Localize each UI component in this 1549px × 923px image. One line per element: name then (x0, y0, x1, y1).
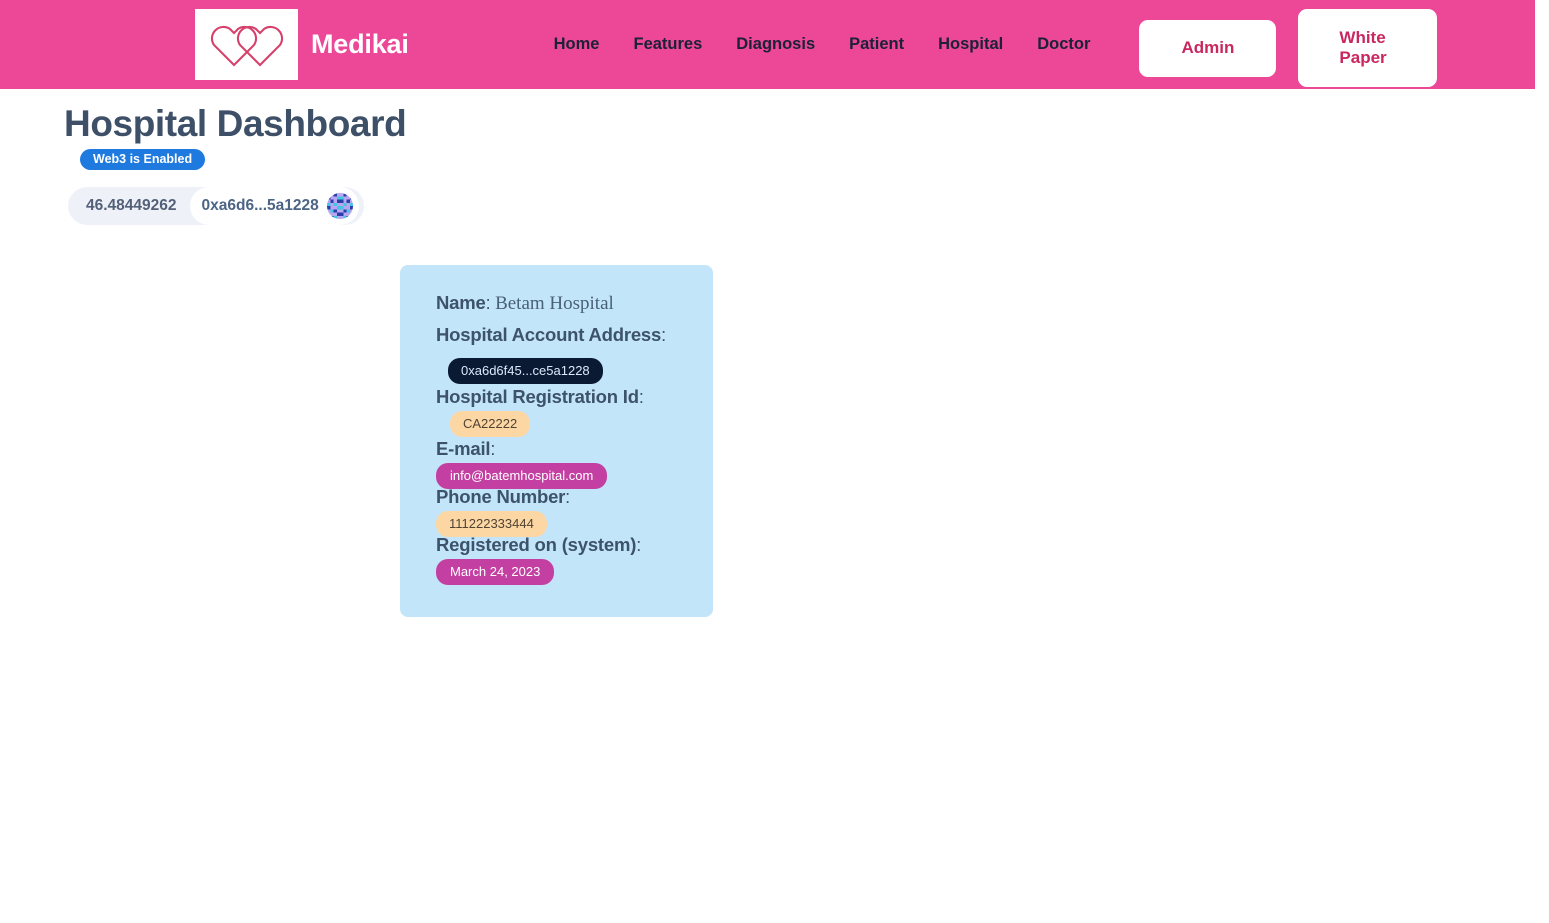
field-registration-id-colon: : (638, 387, 644, 407)
field-registration-id-value-row: CA22222 (450, 411, 531, 437)
nav-link-home[interactable]: Home (537, 35, 617, 54)
nav-action-buttons: Admin White Paper (1139, 3, 1438, 87)
main-nav-links: Home Features Diagnosis Patient Hospital… (537, 35, 1108, 54)
top-navigation-bar: Medikai Home Features Diagnosis Patient … (0, 0, 1535, 89)
nav-link-features[interactable]: Features (616, 35, 719, 54)
field-account-address-label: Hospital Account Address (436, 324, 662, 345)
field-account-address-value-row: 0xa6d6f45...ce5a1228 (448, 358, 603, 384)
field-name-label: Name (436, 292, 486, 313)
nav-link-hospital[interactable]: Hospital (921, 35, 1020, 54)
field-registered-on-colon: : (636, 535, 642, 555)
white-paper-button[interactable]: White Paper (1298, 8, 1438, 87)
brand[interactable]: Medikai (195, 9, 409, 80)
white-paper-line-1: White (1339, 28, 1386, 48)
wallet-address: 0xa6d6...5a1228 (201, 197, 319, 214)
field-registered-on-label: Registered on (system) (436, 534, 637, 555)
white-paper-line-2: Paper (1339, 47, 1387, 67)
field-account-address-label-row: Hospital Account Address: (436, 325, 666, 346)
blockies-identicon-icon (326, 193, 353, 219)
nav-link-doctor[interactable]: Doctor (1020, 35, 1107, 54)
field-email-label: E-mail (436, 438, 491, 459)
field-registered-on-label-row: Registered on (system): (436, 535, 641, 556)
account-address-badge[interactable]: 0xa6d6f45...ce5a1228 (448, 358, 603, 384)
field-email-colon: : (490, 439, 496, 459)
page-title: Hospital Dashboard (64, 103, 407, 144)
interlocking-hearts-logo-icon (195, 9, 298, 80)
wallet-balance: 46.48449262 (86, 197, 177, 214)
nav-link-patient[interactable]: Patient (832, 35, 921, 54)
hospital-details-card: Name: Betam Hospital Hospital Account Ad… (400, 265, 713, 617)
wallet-account[interactable]: 0xa6d6...5a1228 (189, 187, 359, 225)
field-registered-on-value-row: March 24, 2023 (436, 559, 555, 585)
field-phone-colon: : (565, 487, 571, 507)
field-registration-id-label: Hospital Registration Id (436, 386, 639, 407)
registered-on-badge: March 24, 2023 (436, 559, 555, 585)
field-name-row: Name: Betam Hospital (436, 293, 614, 315)
field-phone-label: Phone Number (436, 486, 566, 507)
field-phone-label-row: Phone Number: (436, 487, 570, 508)
wallet-pill[interactable]: 46.48449262 0xa6d6...5a1228 (68, 187, 364, 225)
field-name-value: Betam Hospital (495, 293, 614, 314)
field-registration-id-label-row: Hospital Registration Id: (436, 387, 644, 408)
field-name-colon: : (485, 293, 491, 313)
brand-name: Medikai (311, 29, 409, 59)
field-account-address-colon: : (661, 325, 667, 345)
page-body: Hospital Dashboard Web3 is Enabled 46.48… (0, 89, 1549, 923)
registration-id-badge: CA22222 (450, 411, 531, 437)
admin-button[interactable]: Admin (1139, 19, 1277, 77)
nav-link-diagnosis[interactable]: Diagnosis (719, 35, 832, 54)
web3-status-badge: Web3 is Enabled (80, 149, 206, 170)
field-email-label-row: E-mail: (436, 439, 495, 460)
